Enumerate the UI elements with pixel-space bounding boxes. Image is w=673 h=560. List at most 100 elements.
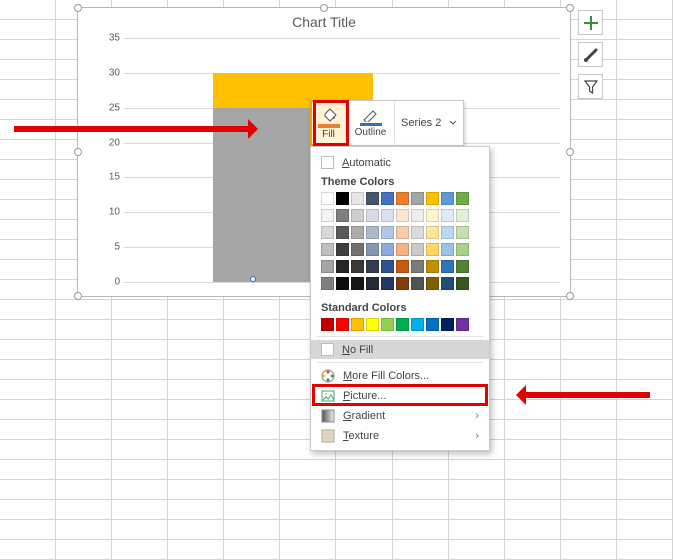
selection-handle[interactable]	[74, 4, 82, 12]
color-swatch[interactable]	[381, 260, 394, 273]
color-swatch[interactable]	[426, 260, 439, 273]
outline-color-preview	[360, 123, 382, 126]
color-swatch[interactable]	[396, 226, 409, 239]
color-swatch[interactable]	[366, 260, 379, 273]
color-swatch[interactable]	[321, 209, 334, 222]
color-swatch[interactable]	[351, 277, 364, 290]
chart-styles-button[interactable]	[578, 42, 603, 67]
color-swatch[interactable]	[411, 209, 424, 222]
color-swatch[interactable]	[351, 243, 364, 256]
color-swatch[interactable]	[396, 192, 409, 205]
gradient-fill-item[interactable]: Gradient ›	[311, 406, 489, 426]
color-swatch[interactable]	[351, 226, 364, 239]
color-swatch[interactable]	[426, 209, 439, 222]
color-swatch[interactable]	[381, 243, 394, 256]
color-swatch[interactable]	[456, 260, 469, 273]
color-swatch[interactable]	[426, 243, 439, 256]
color-swatch[interactable]	[351, 260, 364, 273]
selection-handle[interactable]	[566, 4, 574, 12]
color-swatch[interactable]	[366, 318, 379, 331]
color-swatch[interactable]	[336, 277, 349, 290]
color-swatch[interactable]	[351, 209, 364, 222]
color-swatch[interactable]	[381, 318, 394, 331]
more-colors-rest: ore Fill Colors...	[352, 370, 429, 382]
color-swatch[interactable]	[336, 243, 349, 256]
series-selector-dropdown[interactable]: Series 2	[395, 101, 463, 145]
color-swatch[interactable]	[441, 277, 454, 290]
chart-filters-button[interactable]	[578, 74, 603, 99]
color-swatch[interactable]	[396, 209, 409, 222]
color-swatch[interactable]	[411, 192, 424, 205]
color-swatch[interactable]	[441, 226, 454, 239]
color-swatch[interactable]	[396, 277, 409, 290]
chart-elements-button[interactable]	[578, 10, 603, 35]
color-swatch[interactable]	[426, 318, 439, 331]
color-swatch[interactable]	[321, 243, 334, 256]
color-swatch[interactable]	[456, 226, 469, 239]
gradient-icon	[321, 409, 335, 423]
no-fill-item[interactable]: No Fill	[311, 340, 489, 359]
color-swatch[interactable]	[351, 192, 364, 205]
color-swatch[interactable]	[456, 243, 469, 256]
color-swatch[interactable]	[321, 260, 334, 273]
color-swatch[interactable]	[411, 260, 424, 273]
automatic-fill-item[interactable]: Automatic	[311, 153, 489, 172]
color-swatch[interactable]	[396, 260, 409, 273]
color-swatch[interactable]	[366, 243, 379, 256]
color-swatch[interactable]	[396, 243, 409, 256]
color-wheel-icon	[321, 369, 335, 383]
more-fill-colors-item[interactable]: More Fill Colors...	[311, 366, 489, 386]
color-swatch[interactable]	[441, 318, 454, 331]
color-swatch[interactable]	[321, 226, 334, 239]
color-swatch[interactable]	[441, 192, 454, 205]
outline-dropdown-button[interactable]: Outline	[347, 101, 395, 145]
color-swatch[interactable]	[456, 209, 469, 222]
color-swatch[interactable]	[381, 209, 394, 222]
y-tick-label: 15	[102, 172, 120, 183]
texture-fill-item[interactable]: Texture ›	[311, 426, 489, 446]
color-swatch[interactable]	[441, 209, 454, 222]
color-swatch[interactable]	[396, 318, 409, 331]
color-swatch[interactable]	[441, 243, 454, 256]
selection-handle[interactable]	[566, 292, 574, 300]
color-swatch[interactable]	[321, 277, 334, 290]
color-swatch[interactable]	[411, 277, 424, 290]
texture-icon	[321, 429, 335, 443]
color-swatch[interactable]	[426, 226, 439, 239]
color-swatch[interactable]	[366, 226, 379, 239]
color-swatch[interactable]	[456, 192, 469, 205]
highlight-no-fill	[312, 384, 488, 406]
color-swatch[interactable]	[366, 192, 379, 205]
color-swatch[interactable]	[456, 318, 469, 331]
color-swatch[interactable]	[411, 226, 424, 239]
selected-datapoint-handle[interactable]	[250, 276, 256, 282]
color-swatch[interactable]	[411, 243, 424, 256]
color-swatch[interactable]	[381, 277, 394, 290]
y-tick-label: 0	[102, 277, 120, 288]
color-swatch[interactable]	[351, 318, 364, 331]
color-swatch[interactable]	[366, 209, 379, 222]
selection-handle[interactable]	[74, 292, 82, 300]
color-swatch[interactable]	[381, 226, 394, 239]
color-swatch[interactable]	[456, 277, 469, 290]
color-swatch[interactable]	[336, 209, 349, 222]
color-swatch[interactable]	[411, 318, 424, 331]
color-swatch[interactable]	[336, 318, 349, 331]
color-swatch[interactable]	[426, 192, 439, 205]
y-tick-label: 20	[102, 137, 120, 148]
color-swatch[interactable]	[441, 260, 454, 273]
color-swatch[interactable]	[336, 192, 349, 205]
selection-handle[interactable]	[74, 148, 82, 156]
color-swatch[interactable]	[366, 277, 379, 290]
y-tick-label: 35	[102, 33, 120, 44]
arrow-to-series	[14, 126, 254, 132]
color-swatch[interactable]	[336, 226, 349, 239]
selection-handle[interactable]	[320, 4, 328, 12]
color-swatch[interactable]	[321, 318, 334, 331]
color-swatch[interactable]	[381, 192, 394, 205]
color-swatch[interactable]	[426, 277, 439, 290]
outline-label: Outline	[355, 127, 387, 138]
selection-handle[interactable]	[566, 148, 574, 156]
color-swatch[interactable]	[321, 192, 334, 205]
color-swatch[interactable]	[336, 260, 349, 273]
